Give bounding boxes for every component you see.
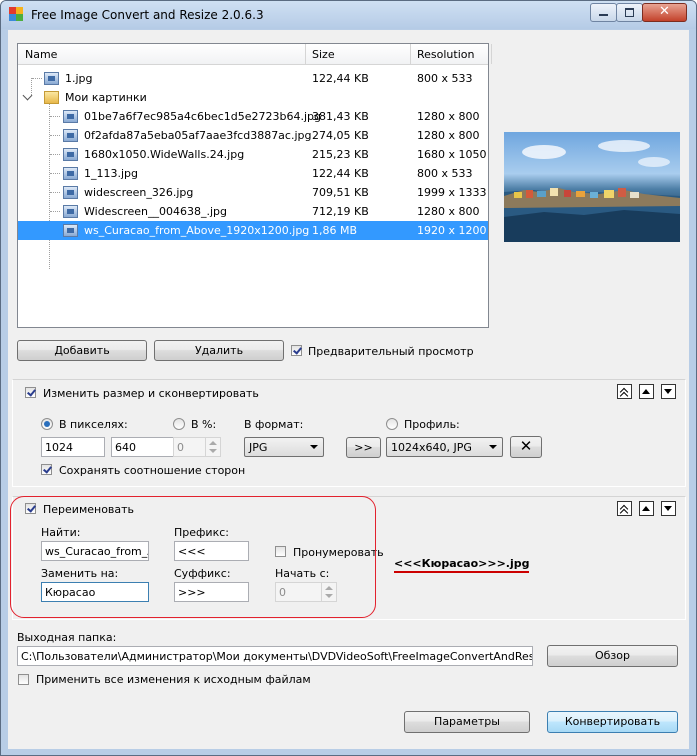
apply-profile-button[interactable]: >>: [346, 437, 381, 458]
chevron-down-icon: [489, 445, 497, 449]
browse-button[interactable]: Обзор: [547, 645, 678, 667]
list-item[interactable]: 1.jpg 122,44 KB 800 x 533: [18, 69, 488, 88]
format-label: В формат:: [244, 418, 304, 431]
rename-result-preview: <<<Кюрасао>>>.jpg: [394, 557, 530, 573]
col-size[interactable]: Size: [312, 48, 335, 61]
image-file-icon: [63, 224, 78, 237]
profile-label: Профиль:: [404, 418, 460, 431]
client-area: Name Size Resolution 1.jpg 122,44 KB 800…: [8, 30, 689, 749]
triangle-down-icon: [664, 389, 672, 394]
image-file-icon: [63, 148, 78, 161]
list-item[interactable]: 01be7a6f7ec985a4c6bec1d5e2723b64.jpg 381…: [18, 107, 488, 126]
minimize-icon: [599, 14, 608, 16]
keep-ratio-label: Сохранять соотношение сторон: [59, 464, 246, 477]
folder-icon: [44, 91, 59, 104]
percent-radio[interactable]: [173, 418, 185, 430]
delete-profile-button[interactable]: ✕: [510, 436, 542, 458]
triangle-up-icon: [642, 506, 650, 511]
add-button[interactable]: Добавить: [17, 340, 147, 361]
pixels-label: В пикселях:: [59, 418, 128, 431]
image-file-icon: [63, 129, 78, 142]
expand-icon[interactable]: [22, 90, 33, 101]
profile-radio[interactable]: [386, 418, 398, 430]
remove-button[interactable]: Удалить: [154, 340, 284, 361]
maximize-icon: [625, 8, 634, 17]
preview-checkbox[interactable]: [291, 345, 302, 356]
collapse-all-button[interactable]: [617, 501, 632, 518]
profile-select[interactable]: 1024x640, JPG: [386, 437, 503, 457]
move-up-button[interactable]: [639, 384, 654, 399]
pixels-radio[interactable]: [41, 418, 53, 430]
height-input[interactable]: 640: [111, 437, 175, 457]
list-item[interactable]: 1680x1050.WideWalls.24.jpg 215,23 KB 168…: [18, 145, 488, 164]
resize-header: Изменить размер и сконвертировать: [43, 387, 259, 400]
percent-label: В %:: [191, 418, 217, 431]
list-item[interactable]: widescreen_326.jpg 709,51 KB 1999 x 1333: [18, 183, 488, 202]
highlight-annotation: [10, 496, 376, 618]
app-icon: [9, 7, 23, 21]
convert-button[interactable]: Конвертировать: [547, 711, 678, 733]
list-item[interactable]: 0f2afda87a5eba05af7aae3fcd3887ac.jpg 274…: [18, 126, 488, 145]
list-item[interactable]: 1_113.jpg 122,44 KB 800 x 533: [18, 164, 488, 183]
chevron-down-icon: [310, 445, 318, 449]
width-input[interactable]: 1024: [41, 437, 105, 457]
list-header: Name Size Resolution: [18, 44, 492, 65]
apply-original-label: Применить все изменения к исходным файла…: [36, 673, 311, 686]
move-down-button[interactable]: [661, 501, 676, 516]
output-label: Выходная папка:: [17, 631, 117, 644]
image-file-icon: [63, 186, 78, 199]
move-up-button[interactable]: [639, 501, 654, 516]
percent-stepper[interactable]: 0: [173, 437, 221, 457]
list-item[interactable]: Widescreen__004638_.jpg 712,19 KB 1280 x…: [18, 202, 488, 221]
resize-checkbox[interactable]: [25, 387, 36, 398]
image-file-icon: [63, 167, 78, 180]
col-resolution[interactable]: Resolution: [417, 48, 474, 61]
close-button[interactable]: ✕: [642, 3, 687, 22]
move-down-button[interactable]: [661, 384, 676, 399]
apply-original-checkbox[interactable]: [18, 674, 29, 685]
close-icon: ✕: [659, 4, 670, 19]
app-window: Free Image Convert and Resize 2.0.6.3 ✕ …: [0, 0, 697, 756]
minimize-button[interactable]: [590, 3, 617, 22]
image-file-icon: [44, 72, 59, 85]
image-file-icon: [63, 110, 78, 123]
image-file-icon: [63, 205, 78, 218]
parameters-button[interactable]: Параметры: [404, 711, 530, 733]
close-icon: ✕: [519, 437, 533, 455]
list-item-folder[interactable]: Мои картинки: [18, 88, 488, 107]
col-name[interactable]: Name: [25, 48, 57, 61]
preview-image: [504, 132, 680, 242]
window-title: Free Image Convert and Resize 2.0.6.3: [31, 8, 264, 22]
list-item-selected[interactable]: ws_Curacao_from_Above_1920x1200.jpg 1,86…: [18, 221, 488, 240]
collapse-all-button[interactable]: [617, 384, 632, 401]
maximize-button[interactable]: [616, 3, 643, 22]
keep-ratio-checkbox[interactable]: [41, 464, 52, 475]
triangle-up-icon: [642, 389, 650, 394]
output-path-input[interactable]: C:\Пользователи\Администратор\Мои докуме…: [17, 646, 533, 666]
format-select[interactable]: JPG: [244, 437, 324, 457]
file-list[interactable]: Name Size Resolution 1.jpg 122,44 KB 800…: [17, 43, 492, 328]
triangle-down-icon: [664, 506, 672, 511]
title-bar[interactable]: Free Image Convert and Resize 2.0.6.3 ✕: [1, 1, 696, 29]
resize-panel: Изменить размер и сконвертировать В пикс…: [12, 379, 686, 487]
preview-label: Предварительный просмотр: [308, 345, 474, 358]
